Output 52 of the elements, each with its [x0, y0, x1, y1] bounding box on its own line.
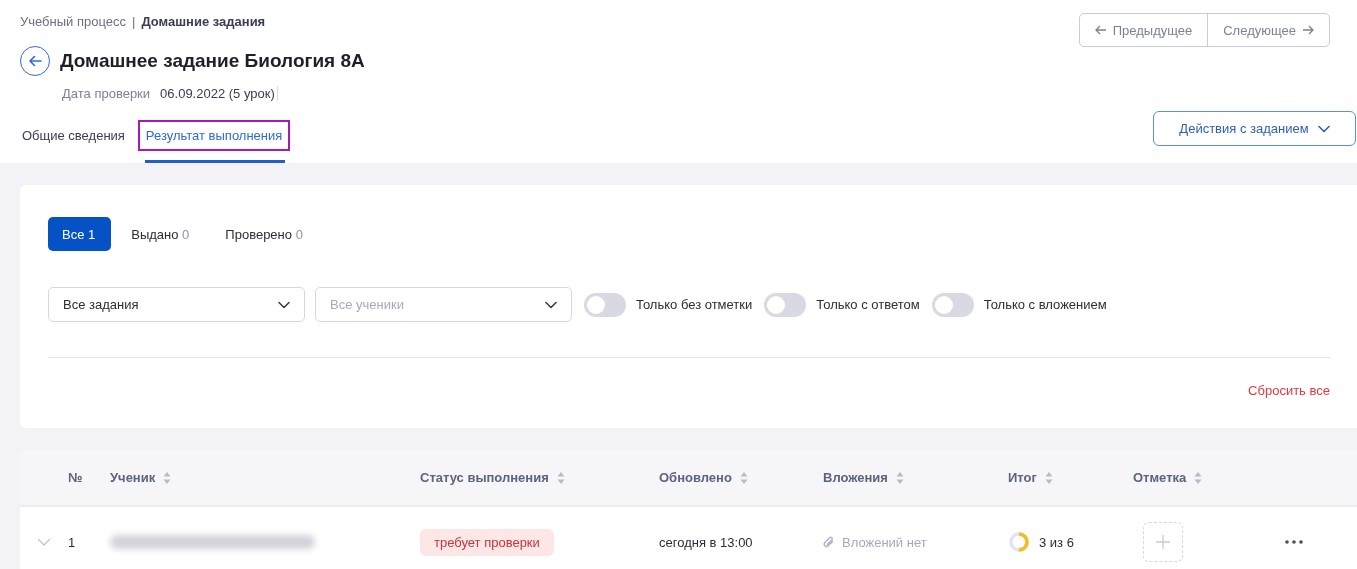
left-arrow-icon [1094, 25, 1107, 35]
actions-dropdown-button[interactable]: Действия с заданием [1153, 111, 1356, 146]
column-header: № [68, 470, 83, 485]
sort-icon[interactable] [895, 470, 904, 485]
sort-icon[interactable] [739, 470, 748, 485]
right-arrow-icon [1302, 25, 1314, 35]
sort-icon[interactable] [1194, 470, 1203, 485]
toggle-switch[interactable] [931, 292, 974, 317]
column-header[interactable]: Обновлено [659, 470, 732, 485]
breadcrumb-separator: | [132, 14, 136, 29]
chevron-down-icon [278, 300, 290, 309]
toggle-label: Только с ответом [816, 297, 920, 312]
toggle-switch[interactable] [764, 292, 807, 317]
progress-ring [1008, 531, 1030, 553]
tab[interactable]: Общие сведения [20, 118, 127, 153]
status-filter-tab[interactable]: Выдано 0 [115, 217, 206, 251]
previous-button[interactable]: Предыдущее [1079, 14, 1208, 46]
plus-icon [1156, 535, 1170, 549]
toggle-switch[interactable] [584, 292, 626, 317]
next-button[interactable]: Следующее [1207, 14, 1329, 46]
breadcrumb-link[interactable]: Домашние задания [141, 14, 266, 29]
date-label: Дата проверки [62, 86, 151, 101]
result-text: 3 из 6 [1039, 534, 1074, 550]
column-header[interactable]: Вложения [823, 470, 888, 485]
row-number: 1 [68, 534, 76, 550]
column-header[interactable]: Статус выполнения [420, 470, 549, 485]
tab[interactable]: Результат выполнения [137, 120, 291, 151]
chevron-down-icon [1317, 124, 1330, 133]
toggle-label: Только без отметки [636, 297, 753, 312]
status-filter-tab[interactable]: Проверено 0 [209, 217, 319, 251]
select-field[interactable]: Все задания [48, 287, 305, 322]
date-value: 06.09.2022 (5 урок) [160, 86, 278, 101]
sort-icon[interactable] [1044, 470, 1053, 485]
sort-icon[interactable] [163, 470, 172, 485]
attachments-text: Вложений нет [842, 534, 927, 550]
updated-time: сегодня в 13:00 [659, 534, 753, 550]
reset-all-link[interactable]: Сбросить все [1248, 383, 1330, 398]
toggle-label: Только с вложением [983, 297, 1107, 312]
chevron-down-icon[interactable] [37, 538, 51, 546]
status-badge: требует проверки [420, 528, 554, 556]
paperclip-icon [823, 535, 835, 549]
breadcrumb-link[interactable]: Учебный процесс [20, 14, 126, 29]
page-title: Домашнее задание Биология 8А [60, 50, 365, 72]
chevron-down-icon [545, 300, 557, 309]
sort-icon[interactable] [556, 470, 565, 485]
column-header[interactable]: Итог [1008, 470, 1037, 485]
add-mark-button[interactable] [1143, 522, 1183, 562]
more-options-icon[interactable] [1285, 540, 1303, 544]
column-header[interactable]: Отметка [1133, 470, 1187, 485]
status-filter-tab[interactable]: Все 1 [48, 217, 112, 251]
column-header[interactable]: Ученик [110, 470, 156, 485]
back-arrow-icon [28, 55, 42, 67]
